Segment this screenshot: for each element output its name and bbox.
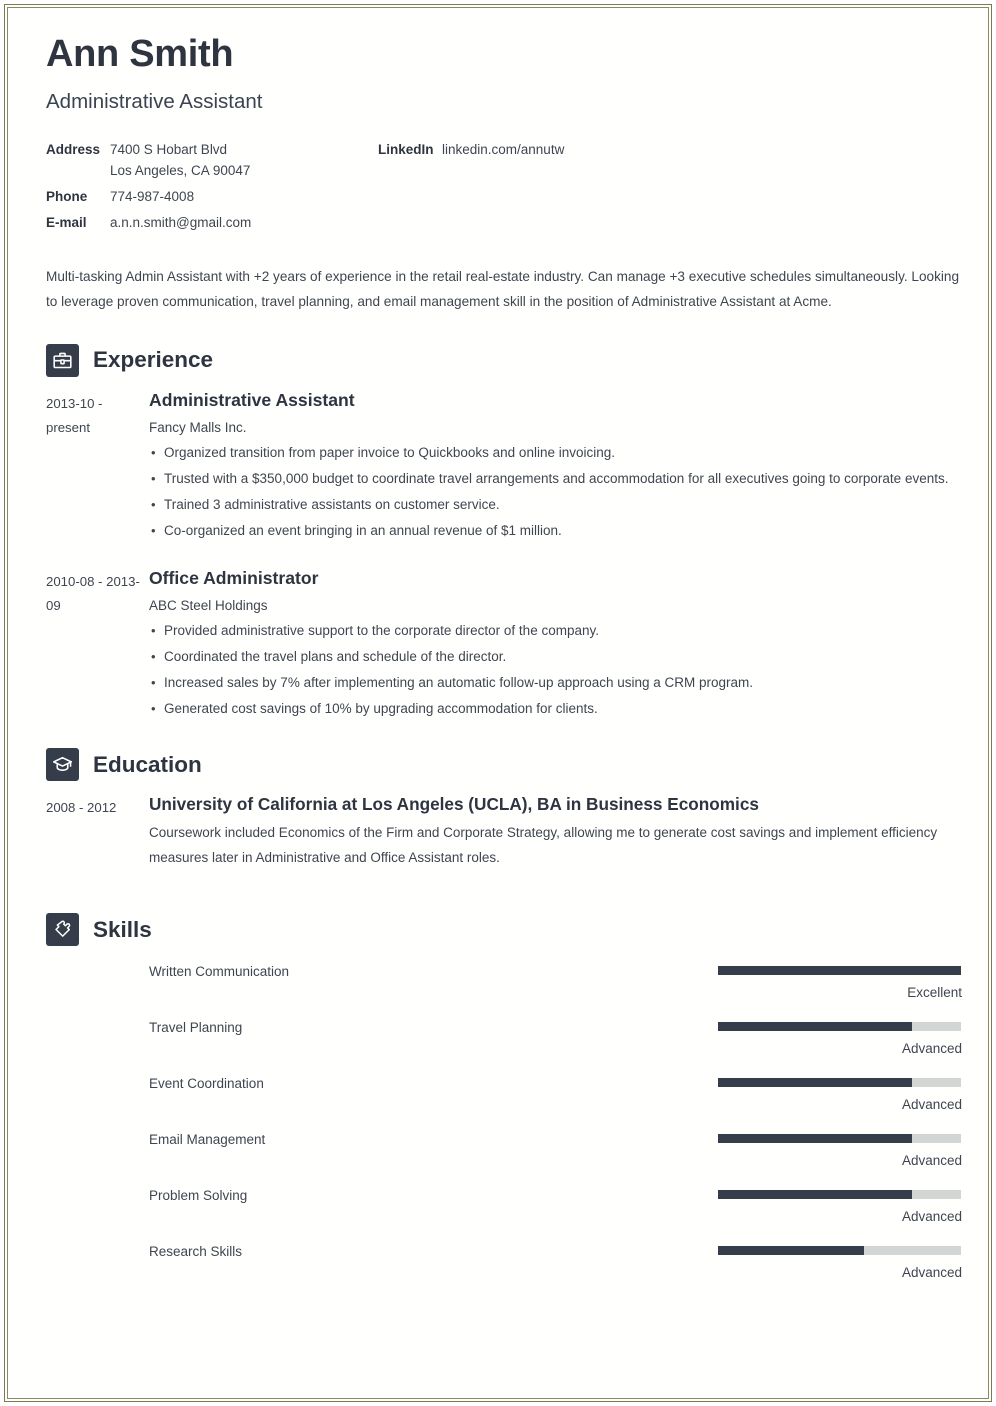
skill-row: Travel Planning Advanced [46, 1014, 962, 1070]
phone-value: 774-987-4008 [110, 188, 195, 204]
skill-level-label: Advanced [901, 1265, 962, 1281]
skill-row: Written Communication Excellent [46, 958, 962, 1014]
education-entry: 2008 - 2012 University of California at … [46, 793, 962, 871]
entry-job-title: Administrative Assistant [149, 389, 355, 410]
entry-bullet-list: Organized transition from paper invoice … [149, 441, 962, 543]
entry-dates: 2013-10 - present [46, 395, 103, 436]
resume-header: Ann Smith Administrative Assistant [46, 33, 962, 114]
list-item: Coordinated the travel plans and schedul… [149, 645, 962, 670]
contact-column-left: Address 7400 S Hobart Blvd Los Angeles, … [46, 142, 376, 239]
section-title-skills: Skills [93, 916, 152, 942]
skill-name: Problem Solving [149, 1188, 248, 1204]
skill-level-label: Advanced [901, 1153, 962, 1169]
contact-row-linkedin: LinkedIn linkedin.com/annutw [378, 142, 798, 157]
skill-level-label: Excellent [907, 985, 962, 1001]
section-heading-education: Education [46, 748, 962, 782]
skill-row: Research Skills Advanced [46, 1238, 962, 1294]
puzzle-piece-icon [46, 913, 79, 947]
skills-list: Written Communication Excellent Travel P… [46, 958, 962, 1294]
skill-level-label: Advanced [901, 1041, 962, 1057]
skill-bar-fill [718, 966, 961, 976]
section-heading-experience: Experience [46, 343, 962, 377]
section-title-education: Education [93, 751, 202, 777]
list-item: Provided administrative support to the c… [149, 619, 962, 644]
address-label: Address [46, 141, 101, 157]
page-frame: Ann Smith Administrative Assistant Addre… [4, 4, 992, 1402]
header-job-title: Administrative Assistant [46, 89, 263, 113]
entry-company: ABC Steel Holdings [149, 598, 268, 614]
page-title: Ann Smith [46, 33, 234, 75]
phone-label: Phone [46, 188, 88, 204]
email-value[interactable]: a.n.n.smith@gmail.com [110, 215, 251, 230]
entry-description: Coursework included Economics of the Fir… [149, 825, 938, 866]
contact-row-email: E-mail a.n.n.smith@gmail.com [46, 215, 376, 230]
skill-bar-track [718, 1078, 961, 1088]
skill-bar-track [718, 966, 961, 976]
contact-row-address: Address 7400 S Hobart Blvd [46, 142, 376, 157]
contact-block: Address 7400 S Hobart Blvd Los Angeles, … [46, 142, 962, 258]
skill-row: Event Coordination Advanced [46, 1070, 962, 1126]
summary-paragraph: Multi-tasking Admin Assistant with +2 ye… [46, 268, 960, 309]
address-value-line1: 7400 S Hobart Blvd [110, 141, 228, 157]
entry-dates: 2008 - 2012 [46, 800, 117, 816]
skill-bar-fill [718, 1246, 864, 1256]
contact-row-phone: Phone 774-987-4008 [46, 189, 376, 204]
list-item: Co-organized an event bringing in an ann… [149, 519, 962, 544]
experience-entry: 2013-10 - present Administrative Assista… [46, 389, 962, 545]
section-title-experience: Experience [93, 347, 214, 373]
contact-column-right: LinkedIn linkedin.com/annutw [378, 142, 798, 166]
list-item: Generated cost savings of 10% by upgradi… [149, 697, 962, 722]
skill-name: Email Management [149, 1132, 266, 1148]
skill-name: Research Skills [149, 1244, 243, 1260]
experience-entry: 2010-08 - 2013-09 Office Administrator A… [46, 567, 962, 723]
list-item: Trained 3 administrative assistants on c… [149, 493, 962, 518]
skill-bar-fill [718, 1190, 913, 1200]
graduation-cap-icon [46, 748, 79, 782]
skill-bar-fill [718, 1078, 913, 1088]
list-item: Organized transition from paper invoice … [149, 441, 962, 466]
entry-body: University of California at Los Angeles … [149, 793, 962, 871]
skill-bar-track [718, 1246, 961, 1256]
email-label: E-mail [46, 214, 87, 230]
skill-name: Event Coordination [149, 1076, 264, 1092]
entry-school-title: University of California at Los Angeles … [149, 794, 759, 815]
entry-spacer [46, 551, 962, 567]
skill-bar-track [718, 1134, 961, 1144]
linkedin-label: LinkedIn [378, 141, 434, 157]
list-item: Trusted with a $350,000 budget to coordi… [149, 467, 962, 492]
linkedin-value[interactable]: linkedin.com/annutw [442, 142, 564, 157]
entry-dates: 2010-08 - 2013-09 [46, 573, 140, 614]
skill-row: Problem Solving Advanced [46, 1182, 962, 1238]
skill-level-label: Advanced [901, 1209, 962, 1225]
entry-job-title: Office Administrator [149, 567, 319, 588]
address-value-line2: Los Angeles, CA 90047 [110, 162, 251, 178]
skill-bar-fill [718, 1134, 913, 1144]
skill-name: Travel Planning [149, 1020, 243, 1036]
skill-row: Email Management Advanced [46, 1126, 962, 1182]
skill-level-label: Advanced [901, 1097, 962, 1113]
page-frame-inner: Ann Smith Administrative Assistant Addre… [7, 7, 989, 1399]
entry-body: Administrative Assistant Fancy Malls Inc… [149, 389, 962, 545]
briefcase-icon [46, 343, 79, 377]
skill-bar-track [718, 1190, 961, 1200]
skill-name: Written Communication [149, 964, 290, 980]
list-item: Increased sales by 7% after implementing… [149, 671, 962, 696]
skill-bar-track [718, 1022, 961, 1032]
entry-body: Office Administrator ABC Steel Holdings … [149, 567, 962, 723]
section-heading-skills: Skills [46, 913, 962, 947]
entry-bullet-list: Provided administrative support to the c… [149, 619, 962, 721]
resume-sheet: Ann Smith Administrative Assistant Addre… [46, 33, 962, 1294]
skill-bar-fill [718, 1022, 913, 1032]
entry-company: Fancy Malls Inc. [149, 420, 247, 436]
